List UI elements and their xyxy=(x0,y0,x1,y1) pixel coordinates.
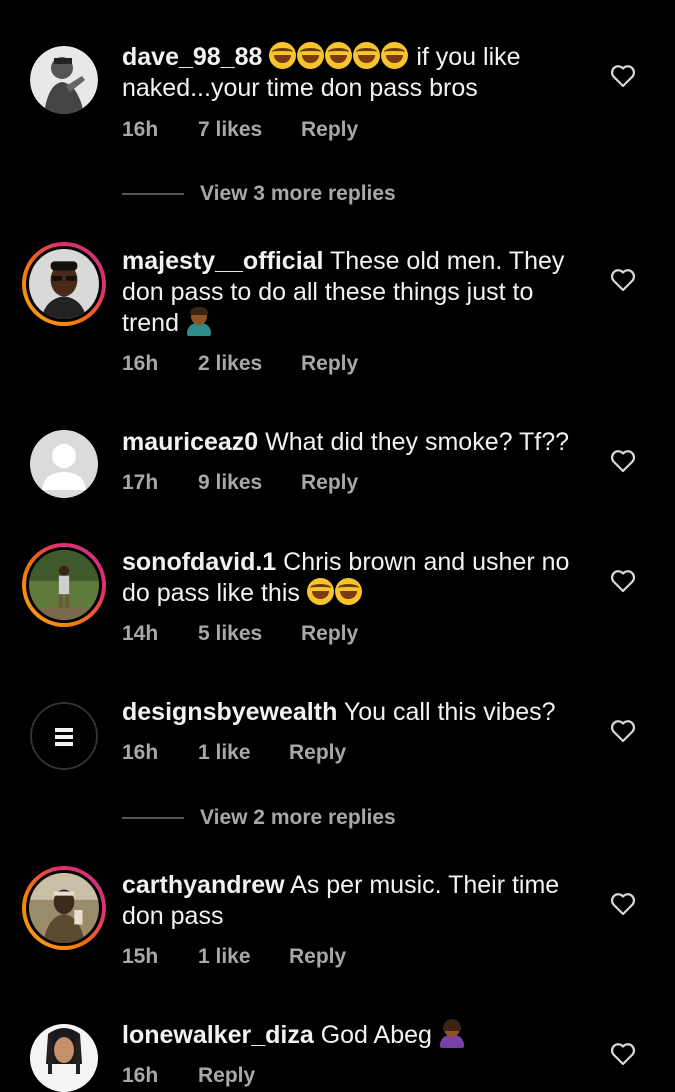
reply-button[interactable]: Reply xyxy=(289,945,346,969)
divider-line xyxy=(122,193,184,196)
comment-text: majesty__official These old men. They do… xyxy=(122,246,592,339)
likes-count[interactable]: 9 likes xyxy=(198,471,301,495)
likes-count[interactable]: 7 likes xyxy=(198,118,301,142)
woman-facepalming-emoji xyxy=(439,1019,465,1048)
laughing-emoji xyxy=(297,42,325,69)
comment-meta: 14h 5 likes Reply xyxy=(122,622,358,646)
laughing-emoji xyxy=(269,42,297,69)
username[interactable]: sonofdavid.1 xyxy=(122,548,276,576)
likes-count[interactable]: 5 likes xyxy=(198,622,301,646)
heart-icon[interactable] xyxy=(610,1042,636,1066)
username[interactable]: lonewalker_diza xyxy=(122,1021,314,1049)
laughing-emoji-group xyxy=(306,578,363,607)
timestamp: 16h xyxy=(122,352,159,375)
comment-body: God Abeg xyxy=(320,1021,432,1049)
avatar[interactable] xyxy=(30,46,98,114)
username[interactable]: carthyandrew xyxy=(122,871,285,899)
laughing-emoji xyxy=(334,578,362,605)
heart-icon[interactable] xyxy=(610,892,636,916)
avatar[interactable] xyxy=(30,702,98,770)
comment-text: lonewalker_diza God Abeg xyxy=(122,1019,592,1051)
avatar[interactable] xyxy=(22,242,106,326)
reply-button[interactable]: Reply xyxy=(301,622,358,646)
comment-meta: 15h 1 like Reply xyxy=(122,945,346,969)
comment-meta: 16h 7 likes Reply xyxy=(122,118,358,142)
username[interactable]: mauriceaz0 xyxy=(122,428,258,456)
reply-button[interactable]: Reply xyxy=(289,741,346,765)
heart-icon[interactable] xyxy=(610,268,636,292)
laughing-emoji xyxy=(381,42,409,69)
heart-icon[interactable] xyxy=(610,719,636,743)
username[interactable]: majesty__official xyxy=(122,247,324,275)
view-more-replies-button[interactable]: View 3 more replies xyxy=(122,182,396,206)
comment-text: designsbyewealth You call this vibes? xyxy=(122,697,592,728)
avatar[interactable] xyxy=(22,866,106,950)
timestamp: 16h xyxy=(122,1064,159,1087)
timestamp: 15h xyxy=(122,945,159,968)
avatar[interactable] xyxy=(30,430,98,498)
view-replies-label: View 2 more replies xyxy=(200,806,396,829)
laughing-emoji-group xyxy=(269,42,409,71)
comment-meta: 16h 1 like Reply xyxy=(122,741,346,765)
reply-button[interactable]: Reply xyxy=(301,352,358,376)
comment-meta: 17h 9 likes Reply xyxy=(122,471,358,495)
timestamp: 16h xyxy=(122,741,159,764)
reply-button[interactable]: Reply xyxy=(301,118,358,142)
reply-button[interactable]: Reply xyxy=(198,1064,255,1088)
view-replies-label: View 3 more replies xyxy=(200,182,396,205)
timestamp: 17h xyxy=(122,471,159,494)
divider-line xyxy=(122,817,184,820)
comment-body: What did they smoke? Tf?? xyxy=(265,428,570,456)
avatar[interactable] xyxy=(30,1024,98,1092)
laughing-emoji xyxy=(306,578,334,605)
likes-count[interactable]: 1 like xyxy=(198,945,289,969)
comment-meta: 16h Reply xyxy=(122,1064,255,1088)
comment-text: carthyandrew As per music. Their time do… xyxy=(122,870,592,932)
heart-icon[interactable] xyxy=(610,64,636,88)
heart-icon[interactable] xyxy=(610,569,636,593)
reply-button[interactable]: Reply xyxy=(301,471,358,495)
laughing-emoji xyxy=(325,42,353,69)
man-facepalming-emoji xyxy=(186,307,212,336)
timestamp: 14h xyxy=(122,622,159,645)
username[interactable]: dave_98_88 xyxy=(122,43,262,71)
comment-body: You call this vibes? xyxy=(343,698,556,726)
likes-count[interactable]: 1 like xyxy=(198,741,289,765)
likes-count[interactable]: 2 likes xyxy=(198,352,301,376)
avatar[interactable] xyxy=(22,543,106,627)
comment-text: sonofdavid.1 Chris brown and usher no do… xyxy=(122,547,592,609)
view-more-replies-button[interactable]: View 2 more replies xyxy=(122,806,396,830)
username[interactable]: designsbyewealth xyxy=(122,698,337,726)
laughing-emoji xyxy=(353,42,381,69)
comment-text: dave_98_88 if you like naked...your time… xyxy=(122,42,592,104)
timestamp: 16h xyxy=(122,118,159,141)
comment-meta: 16h 2 likes Reply xyxy=(122,352,358,376)
heart-icon[interactable] xyxy=(610,449,636,473)
comment-text: mauriceaz0 What did they smoke? Tf?? xyxy=(122,427,592,458)
